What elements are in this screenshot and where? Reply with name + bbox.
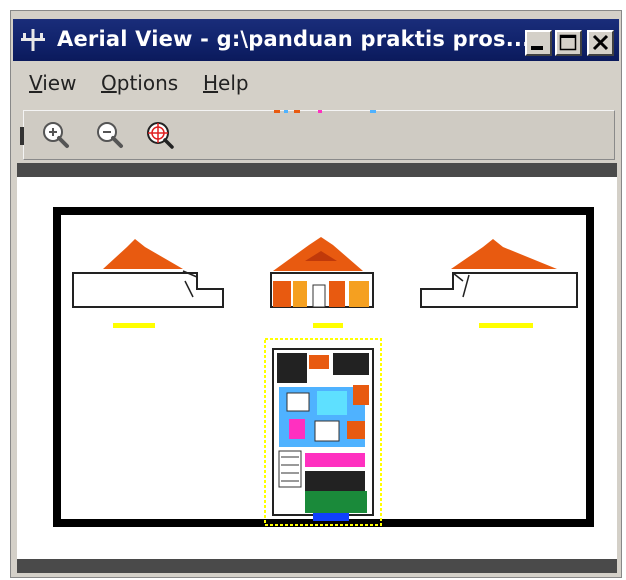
menu-view[interactable]: View [29,71,76,95]
view-top-border [17,163,617,177]
menu-help-accel: H [203,71,219,95]
menu-help[interactable]: Help [203,71,249,95]
zoom-out-icon [97,122,123,148]
elevation-right [420,239,578,328]
aerial-view-icon [21,29,45,51]
aerial-view-canvas[interactable] [17,177,617,559]
close-icon [592,34,609,51]
menu-bar: View Options Help [13,63,619,101]
view-bottom-border [17,559,617,573]
menu-help-rest: elp [218,71,249,95]
view-artifact-strip [274,110,376,113]
global-zoom-icon [147,122,174,149]
toolbar-grip-icon [20,127,24,145]
window-title: Aerial View - g:\panduan praktis pros... [57,27,531,51]
elevation-left-label [113,323,155,328]
title-bar[interactable]: Aerial View - g:\panduan praktis pros... [13,19,619,61]
zoom-in-button[interactable] [40,119,72,151]
elevation-center-label [313,323,343,328]
toolbar [13,106,619,162]
menu-view-accel: V [29,71,43,95]
menu-options-rest: ptions [116,71,179,95]
floor-plan-label [313,513,349,521]
maximize-button[interactable] [555,30,582,56]
global-zoom-button[interactable] [144,119,176,151]
zoom-in-icon [43,122,69,148]
toolbar-panel [20,110,615,160]
elevation-left [72,239,224,328]
zoom-out-button[interactable] [94,119,126,151]
aerial-view-window: Aerial View - g:\panduan praktis pros...… [10,10,622,578]
elevation-right-label [479,323,533,328]
menu-view-rest: iew [42,71,77,95]
maximize-icon [559,34,577,51]
menu-options-accel: O [101,71,117,95]
floor-plan [264,338,382,526]
minimize-icon [531,46,543,50]
close-button[interactable] [587,30,614,56]
drawing-overview [53,207,594,527]
elevation-center [270,237,374,328]
menu-options[interactable]: Options [101,71,178,95]
minimize-button[interactable] [525,30,552,56]
